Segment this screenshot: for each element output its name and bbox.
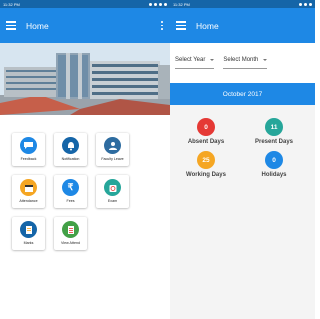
wifi-icon xyxy=(154,2,157,6)
app-bar: Home xyxy=(170,8,315,43)
status-bar: 11:32 PM xyxy=(170,0,315,8)
stat-label: Working Days xyxy=(186,172,226,178)
filter-selects: Select Year Select Month xyxy=(170,43,315,83)
notification-tile[interactable]: Notification xyxy=(54,133,87,166)
tile-label: Attendance xyxy=(19,199,38,203)
stat-label: Present Days xyxy=(254,139,294,145)
tile-label: Exam xyxy=(107,199,118,203)
marks-document-icon xyxy=(20,221,37,238)
menu-icon[interactable] xyxy=(176,21,186,30)
faculty-leave-icon xyxy=(104,137,121,154)
tile-label: View Attend xyxy=(61,241,80,245)
status-time: 11:32 PM xyxy=(173,1,190,7)
app-bar-title: Home xyxy=(26,20,49,31)
status-icons xyxy=(149,2,167,6)
home-screen-right: 11:32 PM Home Select Year Select Month O… xyxy=(170,0,315,319)
stat-label: Holidays xyxy=(261,172,287,178)
menu-icon[interactable] xyxy=(6,21,16,30)
tile-label: Marks xyxy=(23,241,34,245)
feature-tiles-grid: Feedback Notification Faculty Leave Atte… xyxy=(12,133,129,250)
fees-tile[interactable]: ₹ Fees xyxy=(54,175,87,208)
month-title-bar: October 2017 xyxy=(170,83,315,105)
chat-bubble-icon xyxy=(20,137,37,154)
alarm-icon xyxy=(149,2,152,6)
more-options-icon[interactable] xyxy=(160,21,164,30)
tile-label: Feedback xyxy=(20,157,37,161)
home-screen-left: 11:32 PM Home Feedback Notification Facu… xyxy=(0,0,170,319)
exam-tile[interactable]: Exam xyxy=(96,175,129,208)
building-illustration xyxy=(0,43,170,115)
present-days-stat: 11 Present Days xyxy=(244,118,304,145)
bell-icon xyxy=(62,137,79,154)
calendar-icon xyxy=(20,179,37,196)
college-banner-image xyxy=(0,43,170,115)
dropdown-caret-icon xyxy=(263,59,268,61)
rupee-icon: ₹ xyxy=(62,179,79,196)
status-time: 11:32 PM xyxy=(3,1,20,7)
working-days-stat: 25 Working Days xyxy=(176,151,236,178)
tile-label: Faculty Leave xyxy=(101,157,124,161)
app-bar-title: Home xyxy=(196,20,219,31)
month-title: October 2017 xyxy=(222,90,263,98)
stat-value-badge: 11 xyxy=(265,118,283,136)
select-year-label: Select Year xyxy=(175,57,206,63)
holidays-stat: 0 Holidays xyxy=(244,151,304,178)
app-bar: Home xyxy=(0,8,170,43)
attendance-tile[interactable]: Attendance xyxy=(12,175,45,208)
alarm-icon xyxy=(299,2,302,6)
tile-label: Fees xyxy=(66,199,75,203)
marks-tile[interactable]: Marks xyxy=(12,217,45,250)
stat-value-badge: 0 xyxy=(197,118,215,136)
signal-icon xyxy=(309,2,312,6)
dropdown-caret-icon xyxy=(210,59,215,61)
absent-days-stat: 0 Absent Days xyxy=(176,118,236,145)
faculty-leave-tile[interactable]: Faculty Leave xyxy=(96,133,129,166)
battery-icon xyxy=(164,2,167,6)
view-attendance-icon xyxy=(62,221,79,238)
exam-clock-icon xyxy=(104,179,121,196)
status-bar: 11:32 PM xyxy=(0,0,170,8)
select-month-label: Select Month xyxy=(223,57,259,63)
tile-label: Notification xyxy=(61,157,80,161)
view-attend-tile[interactable]: View Attend xyxy=(54,217,87,250)
feedback-tile[interactable]: Feedback xyxy=(12,133,45,166)
signal-icon xyxy=(159,2,162,6)
select-month-dropdown[interactable]: Select Month xyxy=(223,57,268,69)
select-year-dropdown[interactable]: Select Year xyxy=(175,57,215,69)
stat-value-badge: 0 xyxy=(265,151,283,169)
attendance-stats: 0 Absent Days 11 Present Days 25 Working… xyxy=(170,105,315,178)
wifi-icon xyxy=(304,2,307,6)
status-icons xyxy=(299,2,312,6)
stat-label: Absent Days xyxy=(187,139,225,145)
stat-value-badge: 25 xyxy=(197,151,215,169)
